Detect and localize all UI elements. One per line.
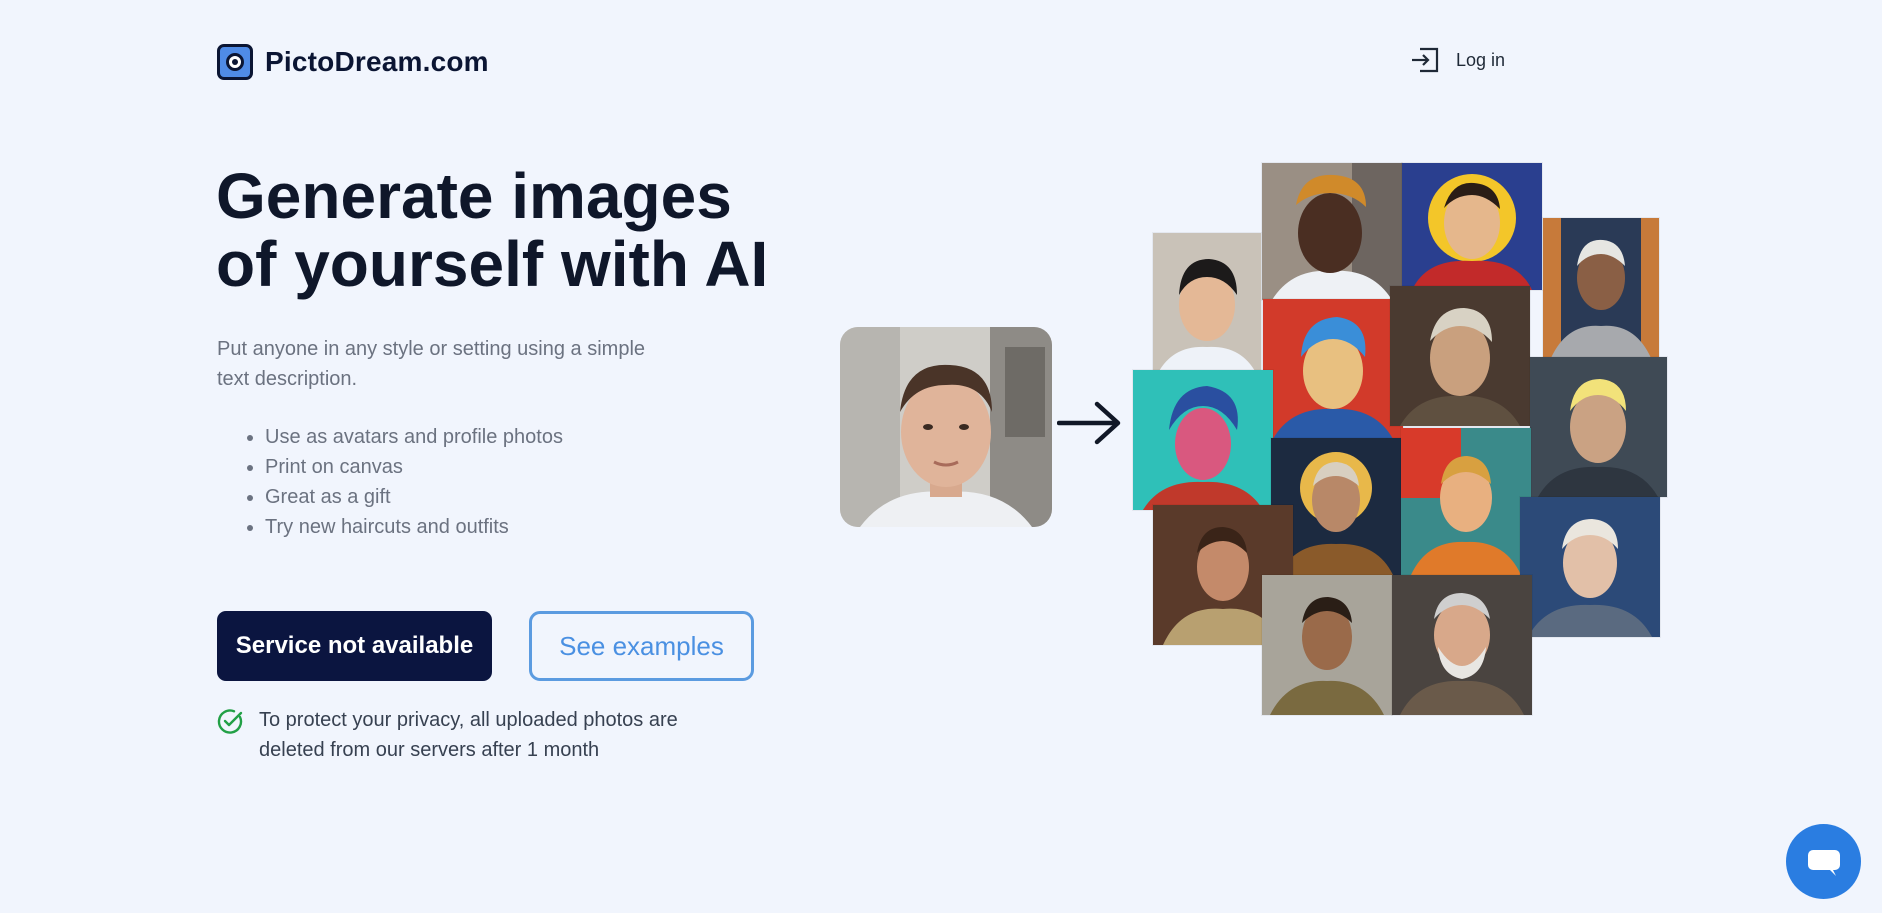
login-button[interactable]: Log in xyxy=(1410,47,1505,73)
source-portrait-image xyxy=(840,327,1052,527)
feature-item: Try new haircuts and outfits xyxy=(265,512,563,542)
logo-icon[interactable] xyxy=(217,44,253,80)
generated-portrait-image xyxy=(1262,575,1392,715)
hero-title-line1: Generate images xyxy=(216,160,732,232)
generated-portrait-image xyxy=(1263,299,1403,439)
brand-name[interactable]: PictoDream.com xyxy=(265,46,489,78)
login-label: Log in xyxy=(1456,49,1506,70)
service-unavailable-button[interactable]: Service not available xyxy=(217,611,492,681)
generated-portrait-image xyxy=(1402,163,1542,290)
see-examples-button[interactable]: See examples xyxy=(529,611,754,681)
generated-portrait-image xyxy=(1401,428,1531,575)
privacy-text: To protect your privacy, all uploaded ph… xyxy=(259,709,678,761)
generated-portrait-image xyxy=(1133,370,1273,510)
hero-subtitle: Put anyone in any style or setting using… xyxy=(217,338,646,390)
generated-portrait-image xyxy=(1530,357,1667,497)
feature-item: Great as a gift xyxy=(265,482,563,512)
login-icon xyxy=(1412,47,1439,73)
chat-bubble-icon xyxy=(1807,849,1840,876)
generated-portrait-image xyxy=(1392,575,1532,715)
chat-button[interactable] xyxy=(1786,824,1861,899)
generated-portrait-image xyxy=(1390,286,1530,426)
generated-portrait-image xyxy=(1153,233,1261,373)
privacy-note: To protect your privacy, all uploaded ph… xyxy=(217,705,729,765)
generated-portrait-image xyxy=(1543,218,1659,358)
check-circle-icon xyxy=(217,709,243,734)
site-header: PictoDream.com xyxy=(217,44,489,80)
hero-title-line2: of yourself with AI xyxy=(216,228,769,300)
feature-item: Use as avatars and profile photos xyxy=(265,422,563,452)
feature-item: Print on canvas xyxy=(265,452,563,482)
feature-list: Use as avatars and profile photos Print … xyxy=(241,422,563,542)
generated-portrait-image xyxy=(1262,163,1402,300)
hero-title: Generate images of yourself with AI xyxy=(216,162,776,298)
arrow-right-icon xyxy=(1057,401,1121,445)
generated-portrait-image xyxy=(1520,497,1660,637)
